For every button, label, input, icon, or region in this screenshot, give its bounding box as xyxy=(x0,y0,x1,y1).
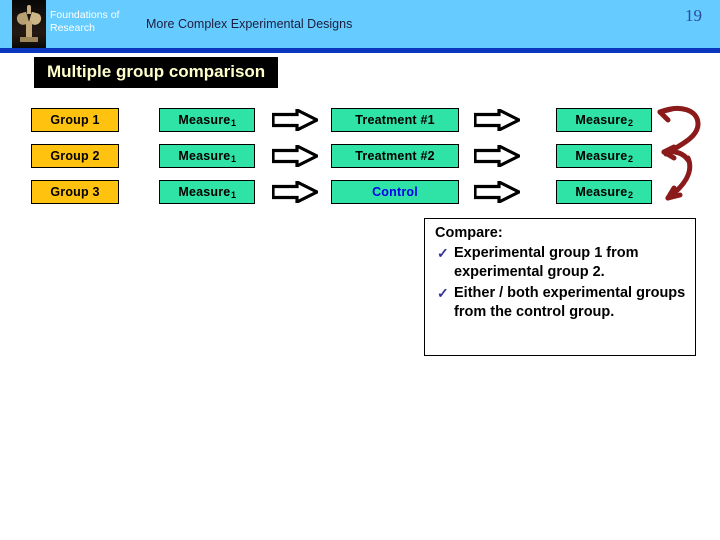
pre-measure-box: Measure 1 xyxy=(159,144,255,168)
post-measure-box: Measure 2 xyxy=(556,180,652,204)
diagram-row: Group 1 Measure 1 Treatment #1 Measure 2 xyxy=(0,107,720,133)
check-icon: ✓ xyxy=(437,245,449,261)
post-measure-subscript: 2 xyxy=(627,154,634,164)
pre-measure-subscript: 1 xyxy=(230,190,237,200)
group-box: Group 1 xyxy=(31,108,119,132)
statue-logo-icon xyxy=(12,0,46,48)
section-title: Multiple group comparison xyxy=(34,57,279,88)
check-icon: ✓ xyxy=(437,285,449,301)
list-item: ✓ Either / both experimental groups from… xyxy=(435,284,687,322)
group-box: Group 2 xyxy=(31,144,119,168)
pre-measure-subscript: 1 xyxy=(230,154,237,164)
header-divider-rule xyxy=(0,48,720,53)
pre-measure-box: Measure 1 xyxy=(159,180,255,204)
pre-measure-box: Measure 1 xyxy=(159,108,255,132)
right-arrow-icon xyxy=(271,143,321,169)
post-measure-subscript: 2 xyxy=(627,190,634,200)
post-measure-box: Measure 2 xyxy=(556,144,652,168)
pre-measure-label: Measure xyxy=(178,149,231,163)
control-box: Control xyxy=(331,180,459,204)
multiple-group-comparison-diagram: Group 1 Measure 1 Treatment #1 Measure 2 G… xyxy=(0,104,720,216)
right-arrow-icon xyxy=(271,107,321,133)
brand-label: Foundations of Research xyxy=(50,9,120,34)
page-number: 19 xyxy=(685,6,702,25)
list-item: ✓ Experimental group 1 from experimental… xyxy=(435,244,687,282)
post-measure-label: Measure xyxy=(575,149,628,163)
pre-measure-label: Measure xyxy=(178,185,231,199)
post-measure-subscript: 2 xyxy=(627,118,634,128)
treatment-box: Treatment #1 xyxy=(331,108,459,132)
compare-item-text: Either / both experimental groups from t… xyxy=(454,285,686,320)
pre-measure-label: Measure xyxy=(178,113,231,127)
group-box: Group 3 xyxy=(31,180,119,204)
post-measure-box: Measure 2 xyxy=(556,108,652,132)
compare-callout: Compare: ✓ Experimental group 1 from exp… xyxy=(424,218,696,356)
page-title: More Complex Experimental Designs xyxy=(146,17,353,31)
compare-item-text: Experimental group 1 from experimental g… xyxy=(454,245,639,280)
hand-drawn-red-brace-icon xyxy=(654,100,716,216)
right-arrow-icon xyxy=(473,107,523,133)
right-arrow-icon xyxy=(271,179,321,205)
right-arrow-icon xyxy=(473,179,523,205)
post-measure-label: Measure xyxy=(575,113,628,127)
post-measure-label: Measure xyxy=(575,185,628,199)
pre-measure-subscript: 1 xyxy=(230,118,237,128)
diagram-row: Group 3 Measure 1 Control Measure 2 xyxy=(0,179,720,205)
compare-heading: Compare: xyxy=(435,225,503,241)
treatment-box: Treatment #2 xyxy=(331,144,459,168)
diagram-row: Group 2 Measure 1 Treatment #2 Measure 2 xyxy=(0,143,720,169)
right-arrow-icon xyxy=(473,143,523,169)
